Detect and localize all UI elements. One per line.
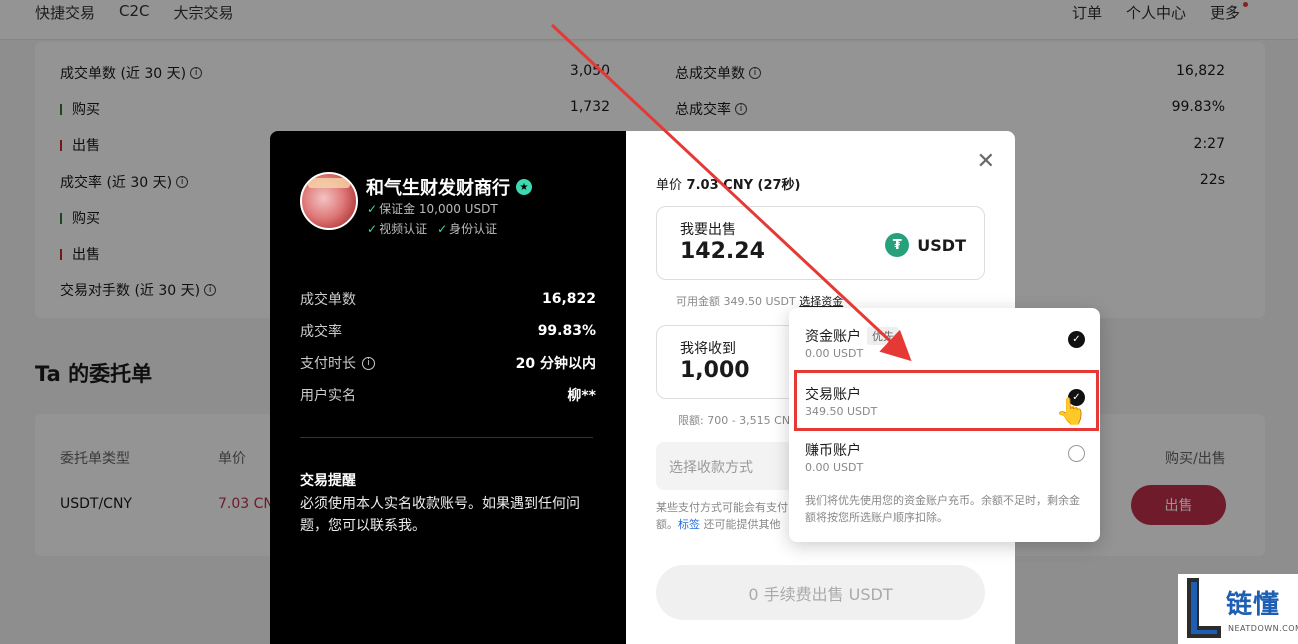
watermark-logo: 链懂 NEATDOWN.COM [1178, 574, 1298, 644]
watermark-subtext: NEATDOWN.COM [1228, 624, 1298, 633]
watermark-text: 链懂 [1226, 590, 1281, 620]
pointer-hand-icon: 👆 [1055, 397, 1088, 427]
annotation-arrow-icon [550, 23, 912, 362]
watermark-l-icon [1187, 578, 1221, 638]
